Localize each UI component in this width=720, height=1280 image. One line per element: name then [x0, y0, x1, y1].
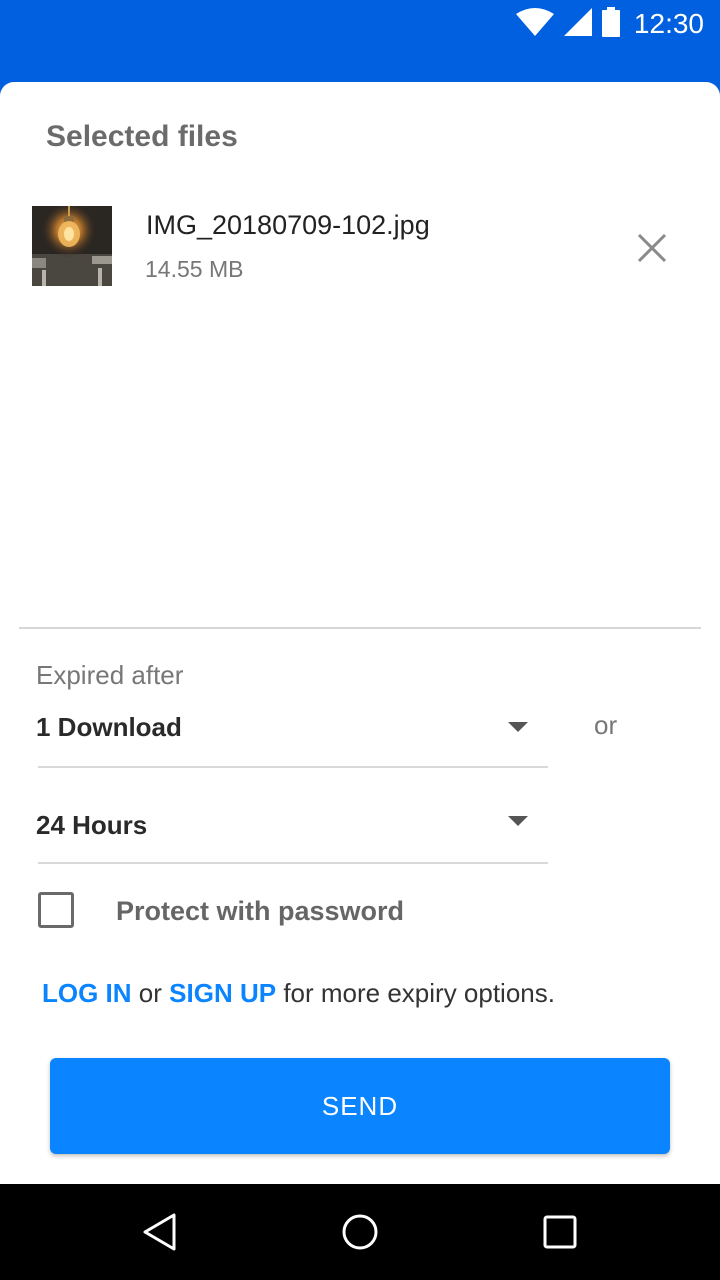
download-limit-select[interactable]: 1 Download: [36, 698, 548, 768]
close-icon: [637, 233, 667, 268]
remove-file-button[interactable]: [630, 228, 674, 272]
download-limit-value: 1 Download: [36, 712, 182, 742]
or-label: or: [594, 710, 618, 740]
file-thumbnail: [32, 206, 112, 286]
file-size: 14.55 MB: [145, 256, 244, 282]
time-limit-select[interactable]: 24 Hours: [36, 794, 548, 864]
recents-icon: [540, 1215, 580, 1256]
promo-suffix-text: for more expiry options.: [283, 978, 555, 1008]
section-divider: [19, 627, 701, 629]
chevron-down-icon: [508, 816, 528, 826]
expiry-promo-text: LOG IN or SIGN UP for more expiry option…: [42, 978, 555, 1009]
status-time: 12:30: [633, 8, 704, 39]
navigation-bar: [0, 1184, 720, 1280]
battery-icon: [601, 6, 620, 42]
file-send-sheet: Selected files IMG_20180709-102.jpg 14.5…: [0, 82, 720, 1184]
selected-files-title: Selected files: [46, 120, 238, 153]
chevron-down-icon: [508, 722, 528, 732]
password-checkbox-label[interactable]: Protect with password: [116, 896, 404, 927]
sign-up-link[interactable]: SIGN UP: [169, 978, 276, 1008]
recents-button[interactable]: [540, 1212, 580, 1252]
send-button-label: SEND: [321, 1090, 399, 1121]
status-bar: 12:30: [0, 0, 720, 48]
home-button[interactable]: [340, 1212, 380, 1252]
expired-after-label: Expired after: [36, 660, 184, 690]
promo-or-text: or: [138, 978, 162, 1008]
wifi-icon: [515, 7, 554, 41]
send-button[interactable]: SEND: [50, 1058, 670, 1154]
back-icon: [140, 1213, 180, 1256]
home-icon: [340, 1214, 380, 1256]
file-list-item: IMG_20180709-102.jpg 14.55 MB: [0, 206, 720, 286]
time-limit-value: 24 Hours: [36, 810, 148, 840]
status-icons: 12:30: [515, 6, 704, 42]
password-checkbox[interactable]: [38, 892, 74, 928]
file-name: IMG_20180709-102.jpg: [146, 210, 430, 240]
log-in-link[interactable]: LOG IN: [42, 978, 132, 1008]
signal-icon: [563, 7, 592, 41]
back-button[interactable]: [140, 1212, 180, 1252]
